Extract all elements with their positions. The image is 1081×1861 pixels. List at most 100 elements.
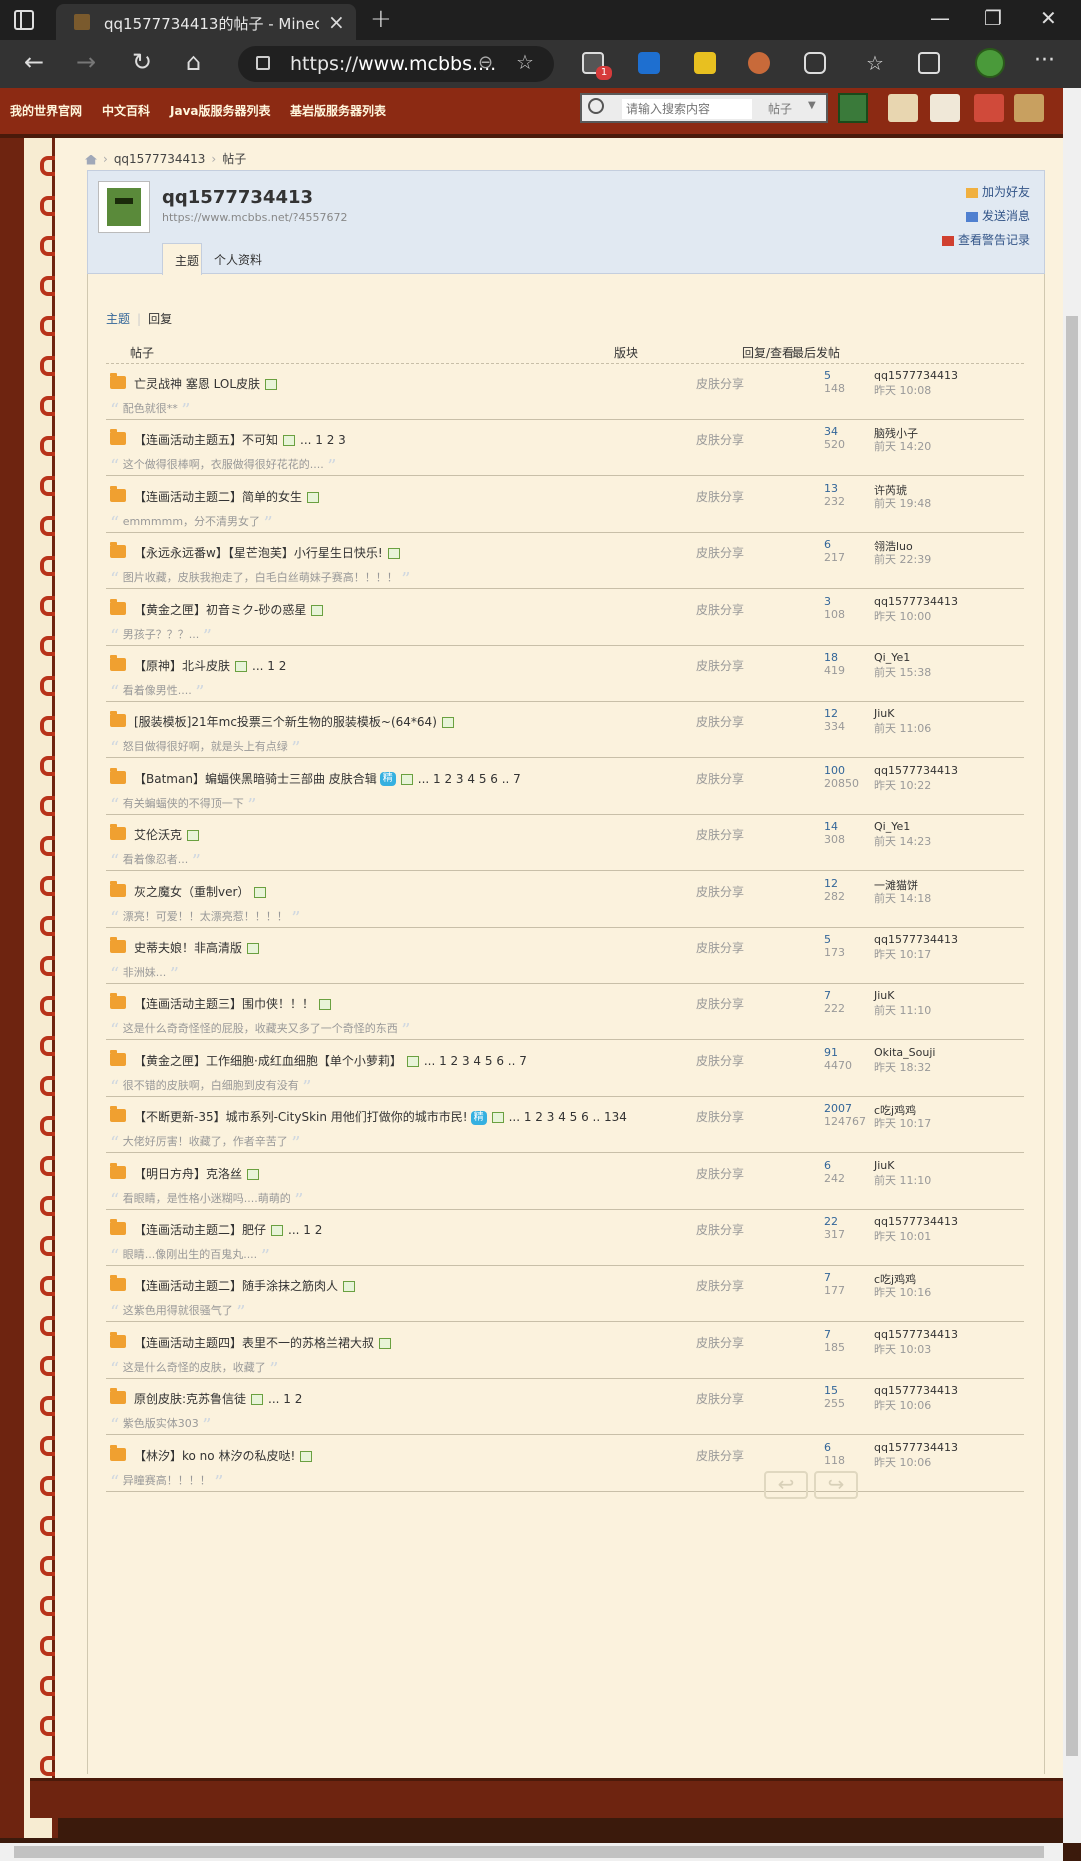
thread-forum[interactable]: 皮肤分享 bbox=[696, 770, 744, 787]
potion-icon[interactable] bbox=[974, 94, 1004, 122]
thread-last-time[interactable]: 前天 15:38 bbox=[874, 664, 931, 680]
thread-last-time[interactable]: 前天 11:10 bbox=[874, 1172, 931, 1188]
thread-title[interactable]: 【连画活动主题二】随手涂抹之筋肉人 bbox=[134, 1277, 356, 1294]
thread-replies[interactable]: 2007 bbox=[824, 1102, 852, 1115]
thread-title-text[interactable]: 【明日方舟】克洛丝 bbox=[134, 1167, 242, 1181]
thread-title[interactable]: 艾伦沃克 bbox=[134, 826, 200, 843]
vertical-scroll-thumb[interactable] bbox=[1066, 316, 1078, 1756]
thread-replies[interactable]: 5 bbox=[824, 369, 831, 382]
extensions-icon[interactable] bbox=[804, 52, 826, 74]
thread-forum[interactable]: 皮肤分享 bbox=[696, 1334, 744, 1351]
thread-title-text[interactable]: 【连画活动主题二】简单的女生 bbox=[134, 490, 302, 504]
thread-replies[interactable]: 7 bbox=[824, 989, 831, 1002]
thread-title-text[interactable]: 史蒂夫娘！非高清版 bbox=[134, 941, 242, 955]
thread-last-time[interactable]: 前天 11:10 bbox=[874, 1002, 931, 1018]
thread-last-user[interactable]: qq1577734413 bbox=[874, 933, 958, 946]
extension-2-icon[interactable] bbox=[638, 52, 660, 74]
profile-username[interactable]: qq1577734413 bbox=[162, 187, 313, 208]
thread-title[interactable]: 【连画活动主题三】围巾侠！！！ bbox=[134, 995, 332, 1012]
thread-forum[interactable]: 皮肤分享 bbox=[696, 713, 744, 730]
thread-title-text[interactable]: 【黄金之匣】工作细胞·成红血细胞【单个小萝莉】 bbox=[134, 1054, 402, 1068]
minimize-icon[interactable]: — bbox=[930, 6, 950, 30]
thread-last-user[interactable]: qq1577734413 bbox=[874, 1328, 958, 1341]
thread-title[interactable]: 【不断更新-35】城市系列-CitySkin 用他们打做你的城市市民! 精 ... … bbox=[134, 1108, 627, 1125]
thread-pages[interactable]: ... 1 2 3 4 5 6 .. 134 bbox=[509, 1110, 627, 1124]
cube-icon[interactable] bbox=[930, 94, 960, 122]
thread-title-text[interactable]: 【不断更新-35】城市系列-CitySkin 用他们打做你的城市市民! bbox=[134, 1110, 468, 1124]
thread-forum[interactable]: 皮肤分享 bbox=[696, 883, 744, 900]
thread-forum[interactable]: 皮肤分享 bbox=[696, 431, 744, 448]
thread-last-time[interactable]: 昨天 18:32 bbox=[874, 1059, 931, 1075]
thread-pages[interactable]: ... 1 2 3 bbox=[300, 433, 346, 447]
thread-replies[interactable]: 6 bbox=[824, 1159, 831, 1172]
subnav-threads[interactable]: 主题 bbox=[106, 312, 130, 326]
send-message-button[interactable]: 发送消息 bbox=[965, 207, 1030, 224]
nav-wiki[interactable]: 中文百科 bbox=[102, 102, 150, 119]
thread-last-time[interactable]: 昨天 10:01 bbox=[874, 1228, 931, 1244]
address-bar[interactable]: https://www.mcbbs.... ⊖ ☆ bbox=[238, 46, 554, 82]
vertical-scrollbar[interactable] bbox=[1063, 88, 1081, 1843]
thread-last-user[interactable]: qq1577734413 bbox=[874, 764, 958, 777]
collections-icon[interactable] bbox=[918, 52, 940, 74]
settings-menu-icon[interactable]: ··· bbox=[1034, 48, 1055, 73]
thread-title-text[interactable]: 【连画活动主题三】围巾侠！！！ bbox=[134, 997, 314, 1011]
thread-title[interactable]: 【连画活动主题五】不可知 ... 1 2 3 bbox=[134, 431, 346, 448]
new-tab-icon[interactable]: + bbox=[370, 4, 392, 34]
thread-pages[interactable]: ... 1 2 bbox=[288, 1223, 322, 1237]
home-button-icon[interactable]: ⌂ bbox=[186, 48, 201, 76]
thread-forum[interactable]: 皮肤分享 bbox=[696, 1165, 744, 1182]
thread-last-user[interactable]: Okita_Souji bbox=[874, 1046, 935, 1059]
thread-last-user[interactable]: Qi_Ye1 bbox=[874, 651, 910, 664]
thread-replies[interactable]: 12 bbox=[824, 707, 838, 720]
profile-url[interactable]: https://www.mcbbs.net/?4557672 bbox=[162, 211, 347, 224]
thread-title-text[interactable]: [服装模板]21年mc投票三个新生物的服装模板~(64*64) bbox=[134, 715, 437, 729]
thread-last-time[interactable]: 前天 22:39 bbox=[874, 551, 931, 567]
thread-replies[interactable]: 15 bbox=[824, 1384, 838, 1397]
thread-title-text[interactable]: 【Batman】蝙蝠侠黑暗骑士三部曲 皮肤合辑 bbox=[134, 772, 377, 786]
thread-title[interactable]: 【林汐】ko no 林汐の私皮哒! bbox=[134, 1447, 313, 1464]
thread-replies[interactable]: 6 bbox=[824, 1441, 831, 1454]
nav-bedrock-servers[interactable]: 基岩版服务器列表 bbox=[290, 102, 386, 119]
thread-title-text[interactable]: 原创皮肤:克苏鲁信徒 bbox=[134, 1392, 246, 1406]
thread-last-time[interactable]: 前天 14:18 bbox=[874, 890, 931, 906]
avatar[interactable] bbox=[98, 181, 150, 233]
thread-title-text[interactable]: 艾伦沃克 bbox=[134, 828, 182, 842]
thread-title[interactable]: 【黄金之匣】初音ミク-砂の惑星 bbox=[134, 601, 324, 618]
thread-title[interactable]: [服装模板]21年mc投票三个新生物的服装模板~(64*64) bbox=[134, 713, 454, 730]
thread-replies[interactable]: 91 bbox=[824, 1046, 838, 1059]
thread-replies[interactable]: 7 bbox=[824, 1271, 831, 1284]
tab-threads[interactable]: 主题 bbox=[162, 243, 202, 275]
thread-replies[interactable]: 22 bbox=[824, 1215, 838, 1228]
thread-forum[interactable]: 皮肤分享 bbox=[696, 1447, 744, 1464]
zoom-out-icon[interactable]: ⊖ bbox=[478, 52, 493, 73]
search-submit-button[interactable] bbox=[838, 93, 868, 123]
thread-title-text[interactable]: 【原神】北斗皮肤 bbox=[134, 659, 230, 673]
thread-last-time[interactable]: 前天 14:20 bbox=[874, 438, 931, 454]
thread-forum[interactable]: 皮肤分享 bbox=[696, 995, 744, 1012]
thread-last-user[interactable]: JiuK bbox=[874, 989, 895, 1002]
thread-last-time[interactable]: 昨天 10:16 bbox=[874, 1284, 931, 1300]
thread-replies[interactable]: 34 bbox=[824, 425, 838, 438]
search-input[interactable] bbox=[622, 99, 752, 119]
thread-last-time[interactable]: 昨天 10:00 bbox=[874, 608, 931, 624]
home-icon[interactable] bbox=[85, 154, 97, 165]
thread-last-time[interactable]: 昨天 10:17 bbox=[874, 946, 931, 962]
thread-title[interactable]: 【原神】北斗皮肤 ... 1 2 bbox=[134, 657, 286, 674]
thread-forum[interactable]: 皮肤分享 bbox=[696, 657, 744, 674]
thread-forum[interactable]: 皮肤分享 bbox=[696, 544, 744, 561]
thread-last-time[interactable]: 昨天 10:06 bbox=[874, 1454, 931, 1470]
refresh-icon[interactable]: ↻ bbox=[132, 48, 152, 76]
thread-title-text[interactable]: 【连画活动主题五】不可知 bbox=[134, 433, 278, 447]
thread-title[interactable]: 【明日方舟】克洛丝 bbox=[134, 1165, 260, 1182]
thread-title-text[interactable]: 【黄金之匣】初音ミク-砂の惑星 bbox=[134, 603, 306, 617]
thread-replies[interactable]: 7 bbox=[824, 1328, 831, 1341]
thread-replies[interactable]: 100 bbox=[824, 764, 845, 777]
thread-last-time[interactable]: 前天 19:48 bbox=[874, 495, 931, 511]
add-favorite-icon[interactable]: ☆ bbox=[516, 50, 534, 74]
thread-pages[interactable]: ... 1 2 3 4 5 6 .. 7 bbox=[424, 1054, 527, 1068]
thread-last-user[interactable]: qq1577734413 bbox=[874, 1215, 958, 1228]
tab-actions-icon[interactable] bbox=[14, 10, 34, 30]
lock-icon[interactable] bbox=[256, 56, 270, 70]
nav-official-site[interactable]: 我的世界官网 bbox=[10, 102, 82, 119]
thread-last-time[interactable]: 昨天 10:08 bbox=[874, 382, 931, 398]
